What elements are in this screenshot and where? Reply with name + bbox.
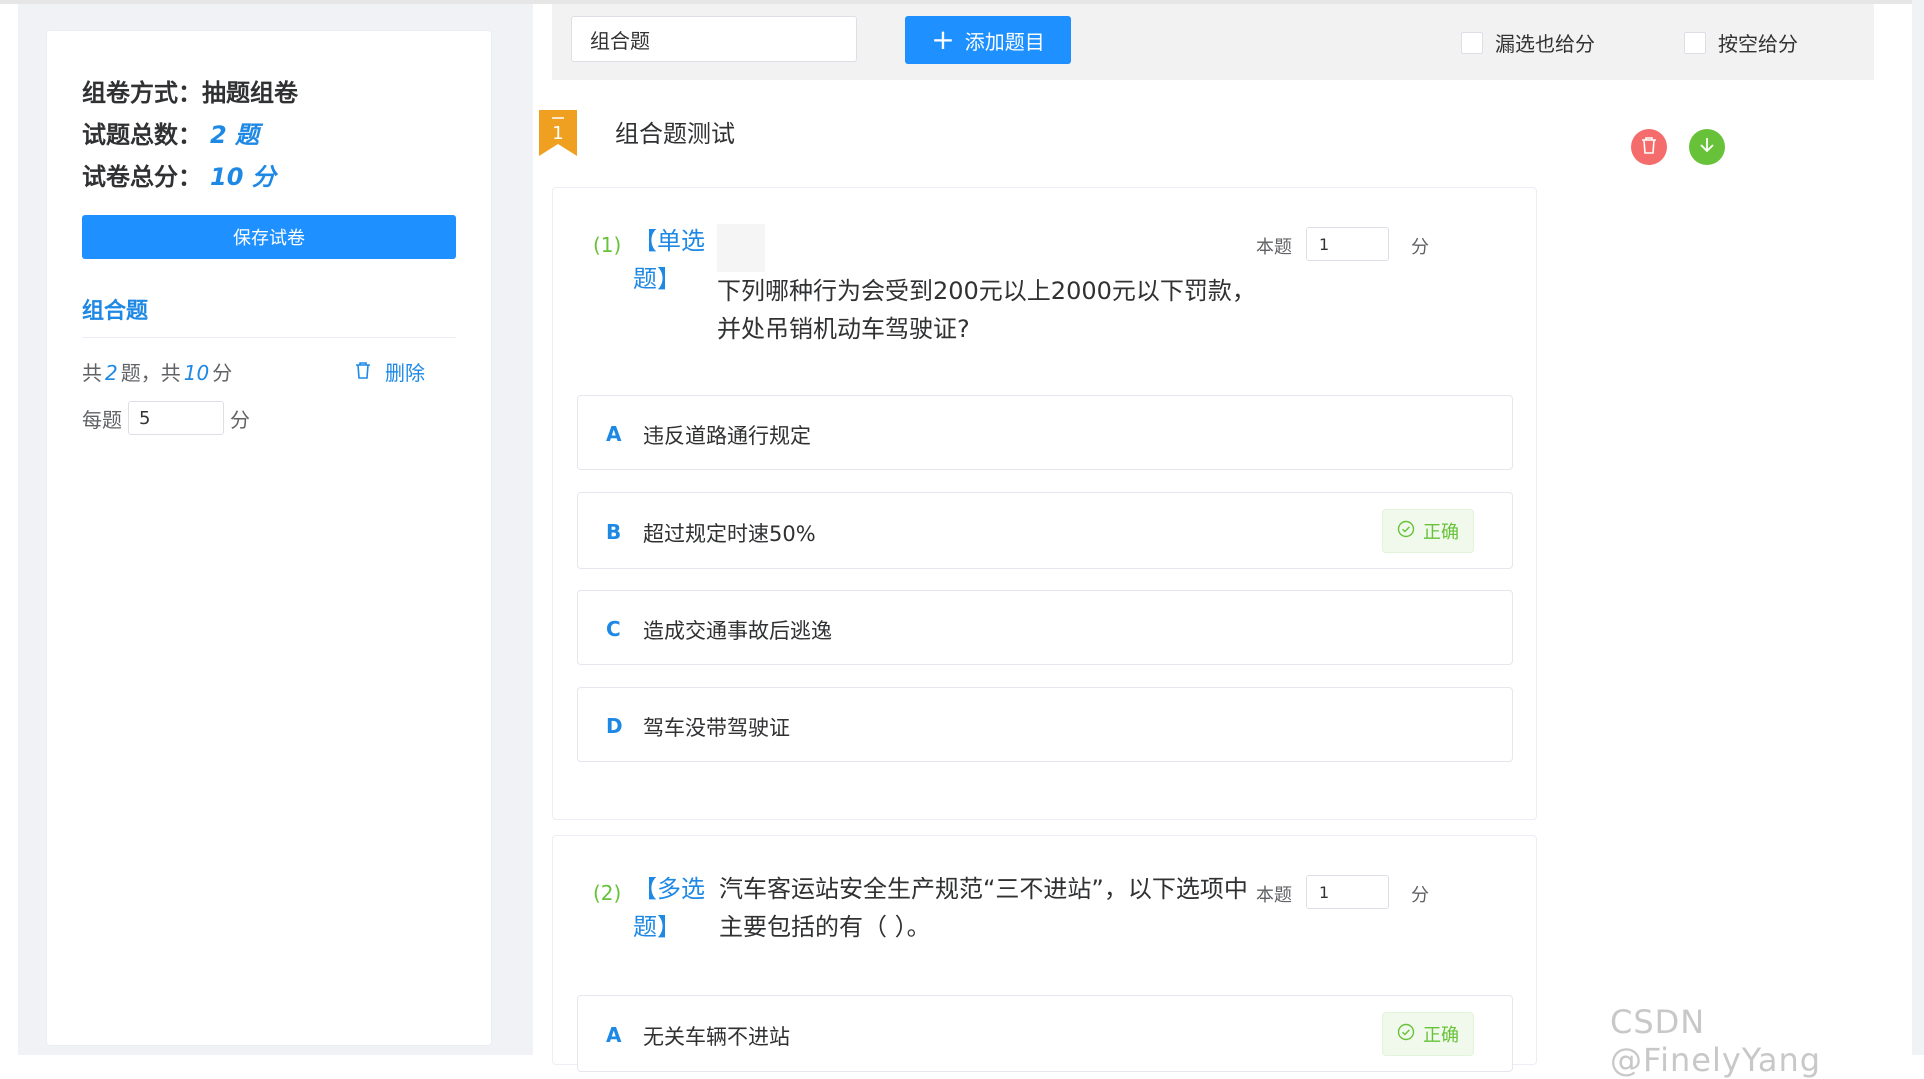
per-question-score: 每题 5 分 — [82, 401, 250, 435]
move-down-button[interactable] — [1689, 129, 1725, 165]
question-card: (1) 【单选 题】 下列哪种行为会受到200元以上2000元以下罚款， 并处吊… — [552, 187, 1537, 820]
paper-total-score: 试卷总分： 10 分 — [82, 157, 276, 192]
add-question-label: 添加题目 — [964, 29, 1045, 54]
question-type-line2: 题】 — [633, 265, 681, 293]
question-total-label: 试题总数： — [82, 121, 202, 149]
question-type-line1: 【单选 — [633, 227, 705, 255]
arrow-down-icon — [1698, 136, 1716, 158]
option-text: 驾车没带驾驶证 — [643, 716, 790, 740]
option-d[interactable]: D 驾车没带驾驶证 — [577, 687, 1513, 762]
divider — [82, 337, 456, 338]
partial-credit-label: 漏选也给分 — [1495, 32, 1595, 56]
add-question-button[interactable]: + 添加题目 — [905, 16, 1071, 64]
save-paper-button[interactable]: 保存试卷 — [82, 215, 456, 259]
score-unit: 分 — [1411, 885, 1429, 906]
question-total-value: 2 题 — [210, 121, 260, 149]
option-text: 无关车辆不进站 — [643, 1025, 790, 1049]
per-unit: 分 — [230, 407, 250, 432]
option-letter: A — [606, 422, 622, 446]
right-edge — [1912, 0, 1924, 1055]
correct-tag: 正确 — [1382, 509, 1474, 553]
blank-score-checkbox[interactable]: 按空给分 — [1684, 28, 1798, 57]
option-text: 造成交通事故后逃逸 — [643, 619, 832, 643]
trash-icon — [1641, 136, 1657, 158]
option-letter: D — [606, 714, 623, 738]
paper-score-value: 10 分 — [210, 163, 276, 191]
option-a[interactable]: A 违反道路通行规定 — [577, 395, 1513, 470]
delete-section-button[interactable] — [1631, 129, 1667, 165]
compose-method: 组卷方式：抽题组卷 — [82, 73, 298, 108]
question-text-line1: 下列哪种行为会受到200元以上2000元以下罚款， — [717, 277, 1256, 305]
delete-label: 删除 — [385, 361, 425, 385]
check-circle-icon — [1397, 1023, 1415, 1046]
option-c[interactable]: C 造成交通事故后逃逸 — [577, 590, 1513, 665]
per-label: 每题 — [82, 407, 122, 432]
section-number: 1 — [552, 123, 563, 144]
question-type-line2: 题】 — [633, 913, 681, 941]
question-index: (2) — [593, 881, 622, 905]
option-letter: B — [606, 520, 622, 544]
correct-label: 正确 — [1423, 522, 1459, 543]
section-number-badge: 1 — [539, 110, 577, 156]
option-text: 超过规定时速50% — [643, 522, 816, 546]
question-index: (1) — [593, 233, 622, 257]
question-text-line2: 并处吊销机动车驾驶证? — [717, 315, 970, 343]
question-total: 试题总数： 2 题 — [82, 115, 259, 150]
score-label: 本题 — [1256, 885, 1292, 906]
question-type-line1: 【多选 — [633, 875, 705, 903]
option-a[interactable]: A 无关车辆不进站 正确 — [577, 995, 1513, 1072]
question-image — [717, 224, 765, 272]
score-unit: 分 — [1411, 237, 1429, 258]
option-letter: C — [606, 617, 621, 641]
score-label: 本题 — [1256, 237, 1292, 258]
option-b[interactable]: B 超过规定时速50% 正确 — [577, 492, 1513, 569]
question-score-input[interactable]: 1 — [1306, 875, 1389, 909]
delete-group-button[interactable]: 删除 — [355, 357, 425, 386]
group-count: 共 2 题，共 10 分 — [82, 357, 232, 386]
per-score-input[interactable]: 5 — [128, 401, 224, 435]
question-type: 【多选 题】 — [633, 870, 717, 946]
option-letter: A — [606, 1023, 622, 1047]
option-text: 违反道路通行规定 — [643, 424, 811, 448]
question-type: 【单选 题】 — [633, 222, 717, 298]
question-text-line2: 主要包括的有（ ）。 — [719, 913, 931, 941]
question-text: 汽车客运站安全生产规范“三不进站”，以下选项中 主要包括的有（ ）。 — [719, 870, 1248, 946]
compose-method-value: 抽题组卷 — [202, 79, 298, 107]
trash-icon — [355, 360, 371, 384]
count-score: 10 — [183, 361, 210, 385]
blank-score-label: 按空给分 — [1718, 32, 1798, 56]
question-text-line1: 汽车客运站安全生产规范“三不进站”，以下选项中 — [719, 875, 1248, 903]
plus-icon: + — [931, 23, 955, 56]
watermark: CSDN @FinelyYang — [1610, 1003, 1822, 1079]
group-title[interactable]: 组合题 — [82, 293, 148, 325]
correct-label: 正确 — [1423, 1025, 1459, 1046]
count-questions: 2 — [105, 361, 118, 385]
question-score-input[interactable]: 1 — [1306, 227, 1389, 261]
checkbox-box[interactable] — [1684, 31, 1706, 54]
section-title: 组合题测试 — [615, 120, 735, 148]
question-card: (2) 【多选 题】 汽车客运站安全生产规范“三不进站”，以下选项中 主要包括的… — [552, 835, 1537, 1072]
question-type-select[interactable]: 组合题 — [571, 16, 857, 62]
compose-method-label: 组卷方式： — [82, 79, 202, 107]
partial-credit-checkbox[interactable]: 漏选也给分 — [1461, 28, 1595, 57]
count-mid: 题，共 — [120, 361, 181, 385]
correct-tag: 正确 — [1382, 1012, 1474, 1056]
question-text: 下列哪种行为会受到200元以上2000元以下罚款， 并处吊销机动车驾驶证? — [717, 272, 1256, 348]
count-suffix: 分 — [212, 361, 233, 385]
check-circle-icon — [1397, 520, 1415, 543]
paper-score-label: 试卷总分： — [82, 163, 202, 191]
checkbox-box[interactable] — [1461, 31, 1483, 54]
paper-summary-panel: 组卷方式：抽题组卷 试题总数： 2 题 试卷总分： 10 分 保存试卷 组合题 共2… — [46, 30, 492, 1046]
count-prefix: 共 — [82, 361, 102, 385]
